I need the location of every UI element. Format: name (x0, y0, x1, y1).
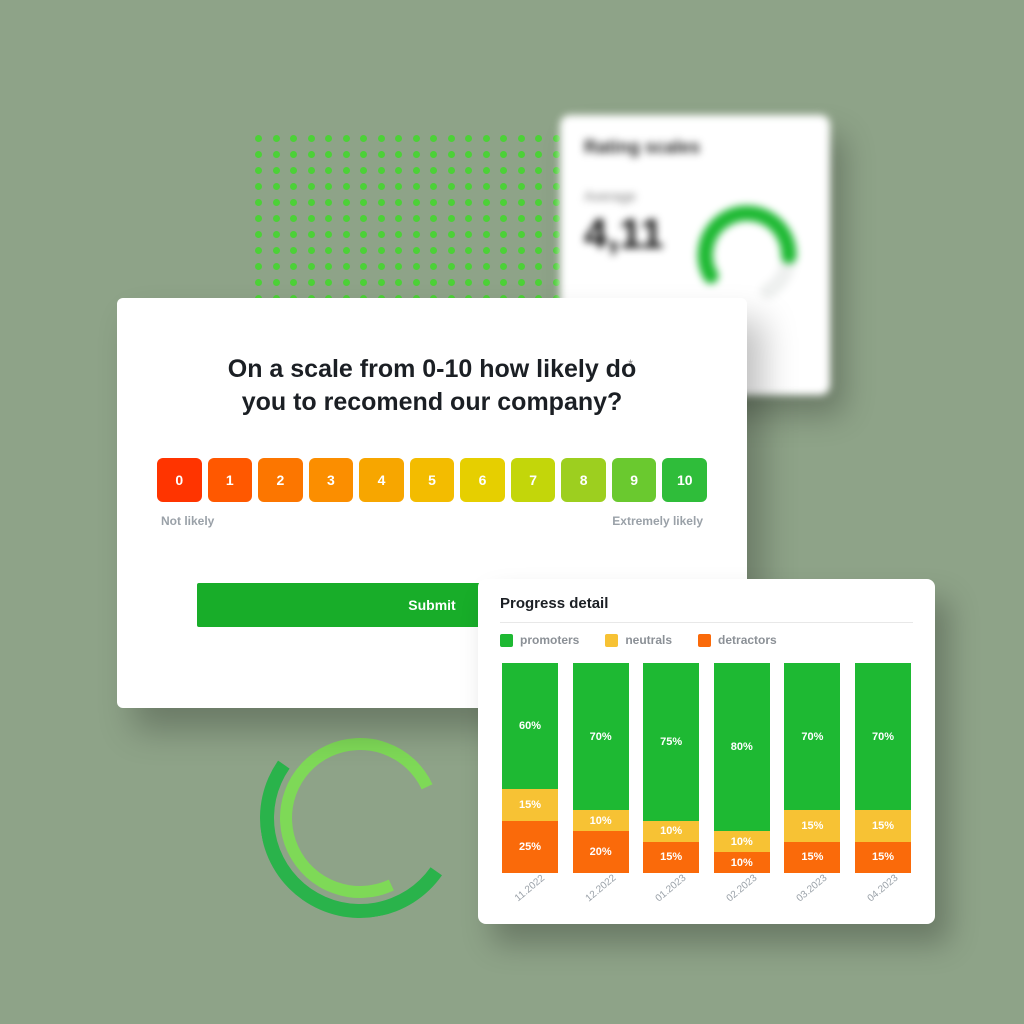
chart-x-labels: 11.202212.202201.202302.202303.202304.20… (500, 873, 913, 894)
decorative-rings (255, 713, 465, 923)
legend-swatch-promoters (500, 634, 513, 647)
rating-scales-title: Rating scales (584, 137, 806, 158)
nps-option-0[interactable]: 0 (157, 458, 202, 502)
nps-option-1[interactable]: 1 (208, 458, 253, 502)
nps-option-2[interactable]: 2 (258, 458, 303, 502)
segment-neutrals: 15% (855, 810, 911, 842)
segment-detractors: 20% (573, 831, 629, 873)
segment-promoters: 70% (855, 663, 911, 810)
segment-neutrals: 10% (573, 810, 629, 831)
nps-option-7[interactable]: 7 (511, 458, 556, 502)
legend-swatch-detractors (698, 634, 711, 647)
scale-high-label: Extremely likely (612, 514, 703, 528)
bar-12.2022: 70%10%20% (573, 663, 629, 873)
nps-option-9[interactable]: 9 (612, 458, 657, 502)
segment-promoters: 70% (573, 663, 629, 810)
bar-11.2022: 60%15%25% (502, 663, 558, 873)
survey-question: On a scale from 0-10 how likely do you t… (212, 353, 652, 418)
segment-promoters: 75% (643, 663, 699, 821)
nps-option-10[interactable]: 10 (662, 458, 707, 502)
legend-detractors: detractors (698, 633, 777, 647)
bar-04.2023: 70%15%15% (855, 663, 911, 873)
segment-promoters: 80% (714, 663, 770, 831)
segment-neutrals: 15% (784, 810, 840, 842)
nps-option-3[interactable]: 3 (309, 458, 354, 502)
segment-neutrals: 10% (643, 821, 699, 842)
chart-legend: promoters neutrals detractors (500, 633, 913, 647)
nps-option-6[interactable]: 6 (460, 458, 505, 502)
stacked-bar-chart: 60%15%25%70%10%20%75%10%15%80%10%10%70%1… (500, 663, 913, 873)
segment-detractors: 25% (502, 821, 558, 874)
bar-03.2023: 70%15%15% (784, 663, 840, 873)
legend-neutrals: neutrals (605, 633, 672, 647)
nps-scale-row: 012345678910 (157, 458, 707, 502)
legend-promoters: promoters (500, 633, 579, 647)
bar-01.2023: 75%10%15% (643, 663, 699, 873)
segment-neutrals: 10% (714, 831, 770, 852)
gauge-icon (692, 200, 802, 310)
nps-option-4[interactable]: 4 (359, 458, 404, 502)
segment-promoters: 70% (784, 663, 840, 810)
segment-neutrals: 15% (502, 789, 558, 821)
progress-title: Progress detail (500, 595, 913, 623)
scale-low-label: Not likely (161, 514, 214, 528)
bar-02.2023: 80%10%10% (714, 663, 770, 873)
progress-detail-card: Progress detail promoters neutrals detra… (478, 579, 935, 924)
nps-option-5[interactable]: 5 (410, 458, 455, 502)
segment-promoters: 60% (502, 663, 558, 789)
nps-option-8[interactable]: 8 (561, 458, 606, 502)
legend-swatch-neutrals (605, 634, 618, 647)
